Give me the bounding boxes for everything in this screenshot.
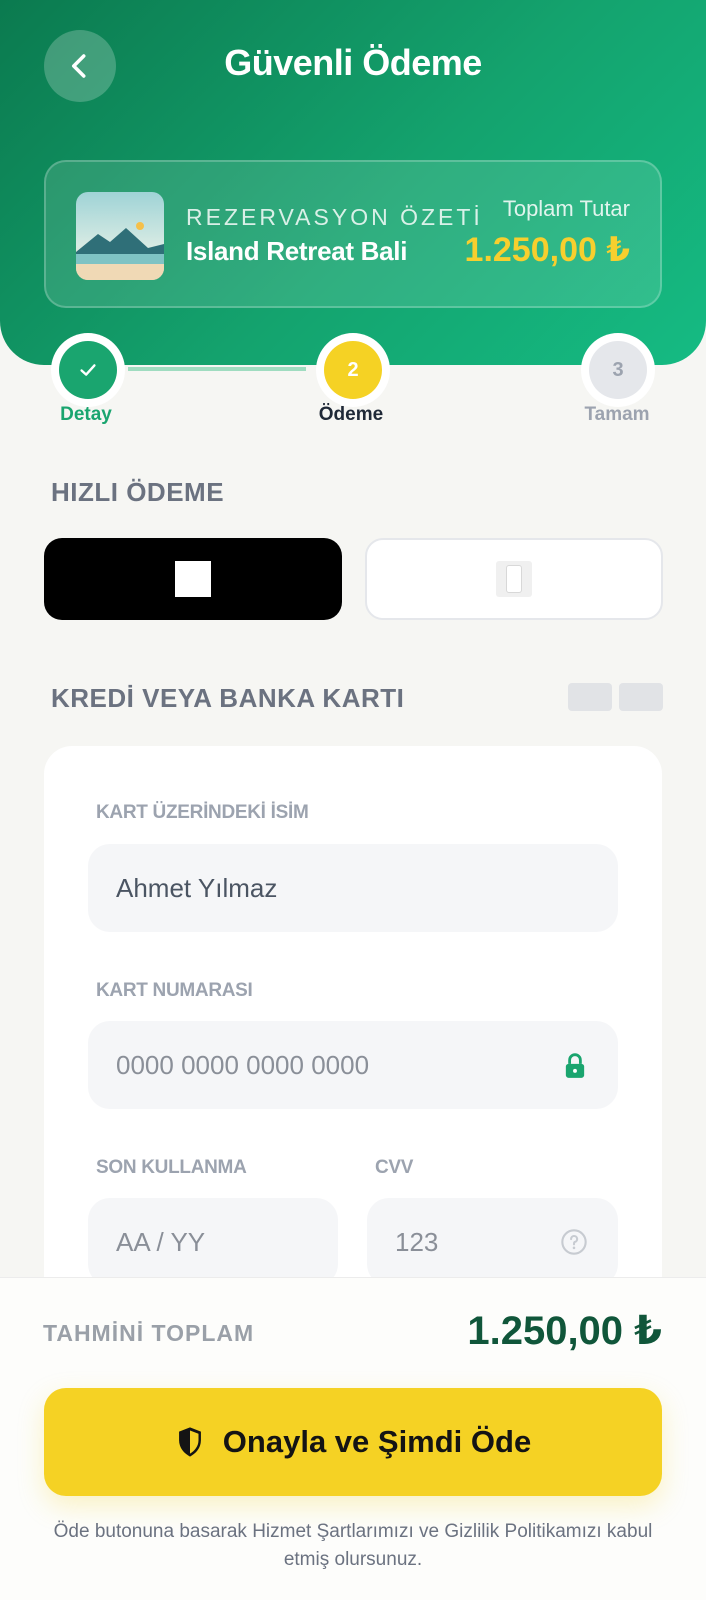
help-circle-icon[interactable]: [560, 1228, 588, 1256]
expiry-field[interactable]: AA / YY: [88, 1198, 338, 1286]
stepper-pending-line: [388, 367, 578, 371]
card-number-placeholder: 0000 0000 0000 0000: [116, 1049, 370, 1080]
card-number-label: KART NUMARASI: [96, 980, 253, 1001]
expiry-label: SON KULLANMA: [96, 1157, 247, 1178]
confirm-pay-label: Onayla ve Şimdi Öde: [222, 1424, 532, 1459]
apple-pay-logo: [175, 561, 211, 597]
step-payment: 2: [316, 333, 390, 407]
card-section-title: KREDİ VEYA BANKA KARTI: [51, 683, 405, 713]
stepper-progress-line: [128, 367, 306, 371]
legal-notice: Öde butonuna basarak Hizmet Şartlarımızı…: [53, 1521, 653, 1570]
property-thumbnail: [76, 192, 164, 280]
summary-label: REZERVASYON ÖZETİ: [186, 204, 483, 230]
cvv-field[interactable]: 123: [367, 1198, 618, 1286]
property-name: Island Retreat Bali: [186, 236, 408, 266]
cvv-label: CVV: [375, 1157, 414, 1178]
google-pay-logo: [496, 561, 532, 597]
card-form: KART ÜZERİNDEKİ İSİM Ahmet Yılmaz KART N…: [44, 746, 662, 1346]
cardholder-name-label: KART ÜZERİNDEKİ İSİM: [96, 802, 309, 823]
step-detail: [51, 333, 125, 407]
reservation-summary-card: REZERVASYON ÖZETİ Island Retreat Bali To…: [44, 160, 662, 308]
total-label: Toplam Tutar: [502, 196, 630, 221]
checkout-footer: TAHMİNİ TOPLAM 1.250,00 ₺ Onayla ve Şimd…: [0, 1277, 706, 1600]
lock-icon: [565, 1053, 585, 1078]
card-brand-logo: [619, 683, 663, 711]
step-payment-label: Ödeme: [318, 404, 384, 425]
cardholder-name-value: Ahmet Yılmaz: [116, 872, 278, 903]
apple-pay-button[interactable]: [44, 538, 342, 620]
header: Güvenli Ödeme REZERVASYON ÖZETİ Island R: [0, 0, 706, 365]
card-brand-logo: [568, 683, 612, 711]
confirm-pay-button[interactable]: Onayla ve Şimdi Öde: [44, 1388, 662, 1496]
check-icon: [80, 364, 96, 376]
page-title: Güvenli Ödeme: [224, 42, 482, 83]
step-done-number: 3: [589, 341, 647, 399]
shield-icon: [178, 1427, 201, 1457]
total-value: 1.250,00 ₺: [464, 231, 630, 269]
step-payment-number: 2: [324, 341, 382, 399]
cvv-placeholder: 123: [395, 1226, 439, 1257]
estimated-total-label: TAHMİNİ TOPLAM: [43, 1320, 255, 1346]
google-pay-button[interactable]: [365, 538, 663, 620]
step-detail-label: Detay: [60, 404, 112, 425]
cardholder-name-field[interactable]: Ahmet Yılmaz: [88, 844, 618, 932]
step-done-label: Tamam: [584, 404, 650, 425]
expiry-placeholder: AA / YY: [116, 1226, 206, 1257]
card-number-field[interactable]: 0000 0000 0000 0000: [88, 1021, 618, 1109]
quick-pay-title: HIZLI ÖDEME: [51, 477, 225, 507]
step-done: 3: [581, 333, 655, 407]
estimated-total-value: 1.250,00 ₺: [467, 1309, 662, 1353]
